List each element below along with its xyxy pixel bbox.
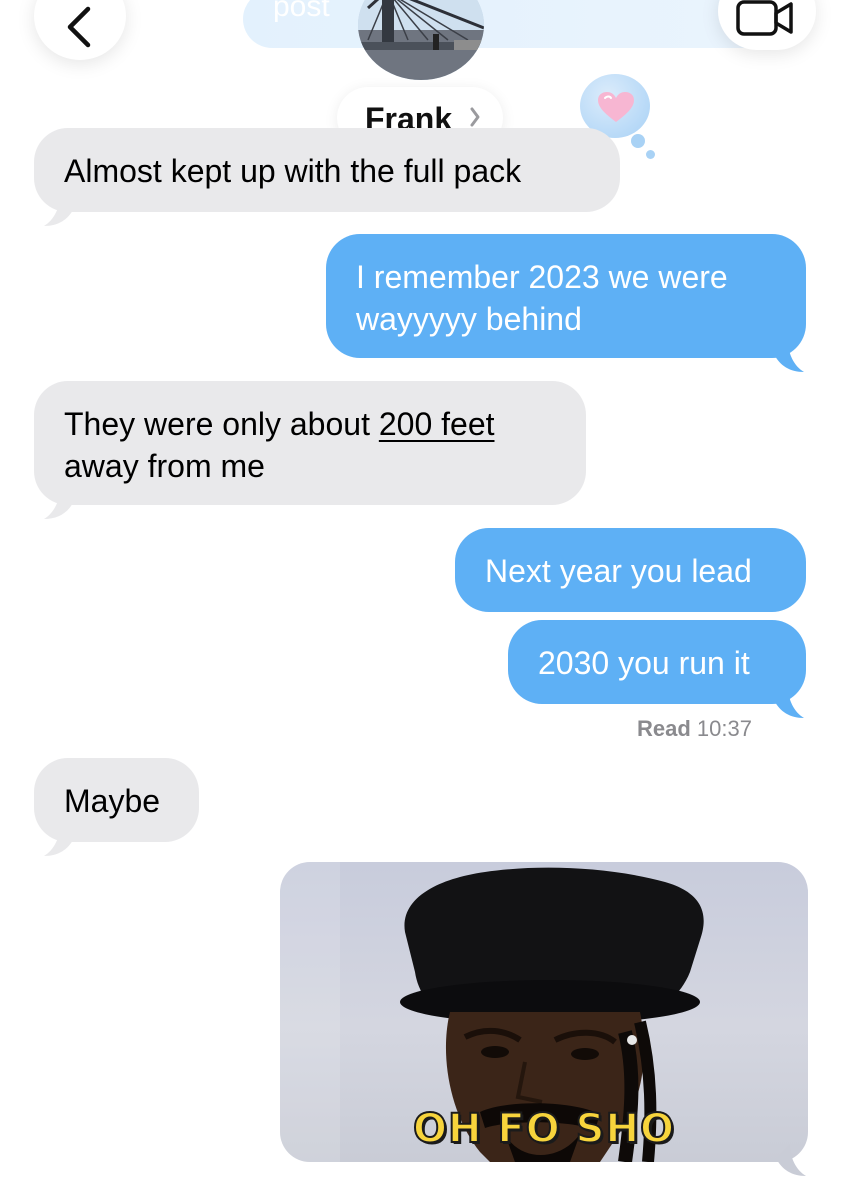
video-camera-icon <box>736 0 793 36</box>
gif-message[interactable]: OH FO SHO <box>280 862 808 1162</box>
chevron-left-icon <box>67 6 91 48</box>
message-text: Next year you lead <box>485 553 752 589</box>
sent-message[interactable]: I remember 2023 we were wayyyyy behind <box>326 234 806 358</box>
sent-message[interactable]: Next year you lead <box>455 528 806 612</box>
read-receipt: Read 10:37 <box>637 716 752 742</box>
bubble-tail <box>774 686 804 718</box>
avatar-photo <box>358 0 484 80</box>
detected-distance-link[interactable]: 200 feet <box>379 406 495 442</box>
bubble-tail <box>776 1144 806 1176</box>
message-text: Almost kept up with the full pack <box>64 153 522 189</box>
top-banner-pill[interactable]: post <box>243 0 783 48</box>
received-message[interactable]: Almost kept up with the full pack <box>34 128 620 212</box>
read-time: 10:37 <box>696 716 752 741</box>
sent-message[interactable]: 2030 you run it <box>508 620 806 704</box>
contact-avatar[interactable] <box>358 0 484 80</box>
bubble-tail <box>44 487 74 519</box>
received-message[interactable]: They were only about 200 feet away from … <box>34 381 586 505</box>
thought-dot-large <box>631 134 645 148</box>
message-text-line: I remember 2023 we were <box>356 259 728 295</box>
bubble-tail <box>44 194 74 226</box>
message-text: 2030 you run it <box>538 645 750 681</box>
thought-dot-small <box>646 150 655 159</box>
chevron-right-icon <box>470 107 480 127</box>
bubble-tail <box>774 340 804 372</box>
message-text-line: away from me <box>64 448 265 484</box>
message-text: Maybe <box>64 783 161 819</box>
back-button[interactable] <box>34 0 126 60</box>
message-text-part: They were only about <box>64 406 379 442</box>
bubble-tail <box>44 824 74 856</box>
read-label: Read <box>637 716 691 741</box>
gif-caption: OH FO SHO <box>412 1105 675 1153</box>
heart-icon <box>598 92 634 122</box>
message-text-line: wayyyyy behind <box>356 301 582 337</box>
message-text-line: They were only about 200 feet <box>64 403 495 445</box>
top-banner-text: post <box>273 0 330 23</box>
